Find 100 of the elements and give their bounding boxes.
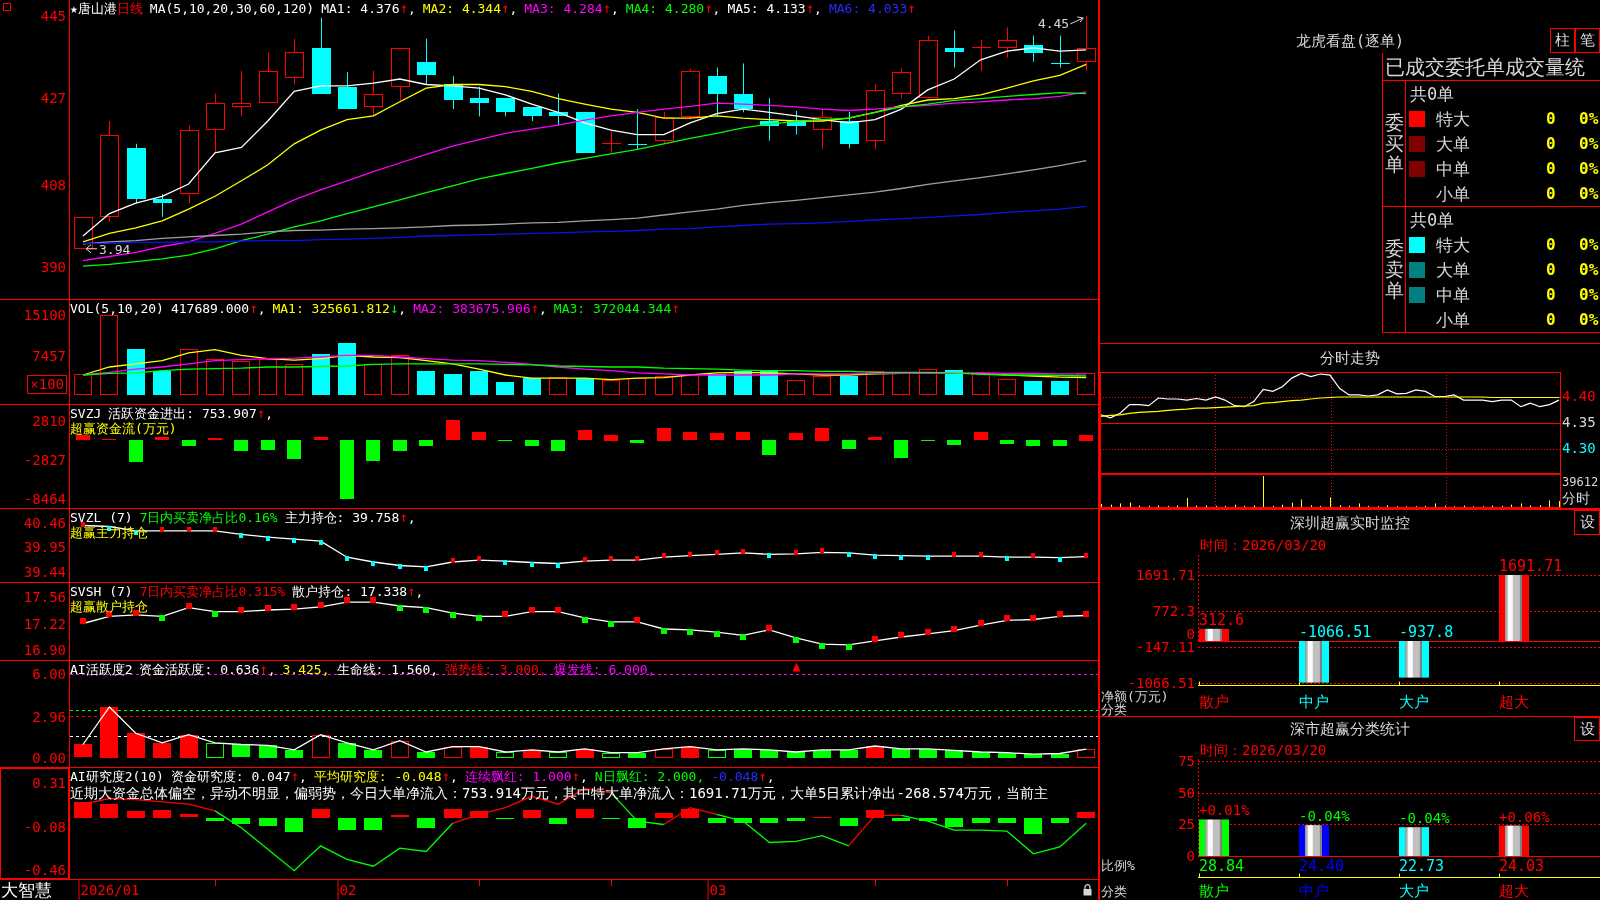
separator-text: , [509, 1, 518, 16]
value-label: 24.03 [1499, 857, 1545, 875]
order-size-label: 中单 [1436, 158, 1470, 179]
candle [338, 71, 357, 110]
candle [576, 111, 595, 153]
value-label: 22.73 [1399, 857, 1445, 875]
order-total: 共0单 [1410, 83, 1455, 104]
legend-text: 活跃资金进出: 753.907 [108, 406, 257, 421]
axis-label: 25 [1178, 818, 1195, 830]
legend-text: MA5: 4.133 [727, 1, 806, 16]
value-label: 28.84 [1199, 857, 1245, 875]
candle [945, 30, 964, 69]
category-label: 中户 [1299, 694, 1329, 711]
legend-text: SVSH (7) [70, 584, 133, 599]
change-label: -0.04% [1399, 810, 1450, 827]
axis-label: 4.35 [1562, 415, 1596, 430]
separator-text: , [407, 510, 416, 525]
legend-text: AI活跃度2 [70, 662, 133, 677]
candle [840, 111, 859, 149]
candle [1024, 35, 1043, 63]
order-count: 0 [1546, 234, 1556, 255]
section-title: 深圳超赢实时监控 [1290, 513, 1410, 532]
axis-title: 比例% [1101, 859, 1135, 872]
panel-title: 龙虎看盘(逐单) [1295, 32, 1405, 52]
legend-text: 7日内买卖净占比0.16% [139, 510, 278, 525]
axis-title: 净额(万元) [1101, 689, 1169, 703]
trend-arrow: ↑ [530, 301, 539, 316]
category-label: 超大 [1499, 694, 1529, 711]
candle [787, 110, 806, 136]
legend-text: 连续飘红: 1.000 [464, 769, 572, 784]
peak-volume-label: 39612 [1562, 475, 1599, 490]
order-percent: 0% [1579, 284, 1599, 305]
brand-label: 大智慧 [0, 880, 53, 900]
reference-label: 0 [1186, 628, 1195, 640]
separator-text: , [766, 769, 775, 784]
square-icon [3, 3, 11, 11]
separator-text: , [580, 769, 588, 784]
data-label: -1066.51 [1299, 623, 1372, 641]
legend-text: VOL(5,10,20) [70, 301, 164, 316]
settings-button[interactable]: 设 [1574, 510, 1600, 535]
category-label: 中户 [1299, 882, 1329, 900]
axis-label: 7457 [32, 348, 66, 364]
order-percent: 0% [1579, 133, 1599, 154]
candle [232, 70, 251, 117]
candle [628, 108, 647, 150]
volume-caption: 分时 [1562, 491, 1590, 506]
legend-text: AI研究度2(10) [70, 769, 164, 784]
order-size-label: 小单 [1436, 309, 1470, 330]
trend-arrow: ↑ [256, 406, 266, 421]
legend-text: MA3: 372044.344 [553, 301, 672, 316]
order-count: 0 [1546, 309, 1556, 330]
period-label: 日线 [116, 1, 143, 16]
legend-text: MA6: 4.033 [828, 1, 908, 16]
side-label: 委买单 [1384, 112, 1404, 175]
candle [523, 107, 542, 122]
axis-label: 772.3 [1152, 605, 1195, 617]
trend-arrow: ↑ [501, 1, 510, 16]
trend-arrow: ↑ [399, 1, 408, 16]
trend-arrow: ↑ [259, 662, 268, 677]
trend-arrow: ↑ [704, 1, 713, 16]
date-label: 时间：2026/03/20 [1200, 536, 1327, 554]
candle [998, 26, 1017, 59]
order-size-label: 小单 [1436, 183, 1470, 204]
order-size-label: 大单 [1436, 259, 1470, 280]
order-count: 0 [1546, 108, 1556, 129]
legend-text: MA1: 4.376 [321, 1, 400, 16]
candle [444, 75, 463, 110]
candle [813, 108, 832, 150]
separator-text: , [712, 1, 721, 16]
candle [760, 97, 779, 142]
candle [1077, 15, 1096, 72]
settings-button[interactable]: 设 [1574, 717, 1600, 741]
candle [364, 70, 383, 117]
legend-text: MA4: 4.280 [625, 1, 705, 16]
candle [127, 143, 146, 204]
legend-text: MA1: 325661.812 [272, 301, 390, 316]
legend-text: 平均研究度: -0.048 [313, 769, 442, 784]
legend-text: MA2: 4.344 [422, 1, 502, 16]
lock-icon[interactable] [1083, 884, 1092, 896]
legend-text: 3.425, [282, 662, 330, 677]
section-title: 深市超赢分类统计 [1290, 720, 1410, 738]
trend-arrow: ↑ [399, 510, 408, 525]
price-label: 3.94 [99, 241, 131, 257]
axis-label: 4.30 [1562, 441, 1596, 456]
trend-arrow: ↑ [441, 769, 450, 784]
order-total: 共0单 [1410, 209, 1455, 230]
axis-label: 408 [40, 177, 66, 193]
separator-text: , [449, 769, 458, 784]
view-toggle-button[interactable]: 柱 [1550, 28, 1575, 53]
legend-text: MA3: 4.284 [524, 1, 603, 16]
axis-title: 分类 [1101, 884, 1127, 898]
data-label: -937.8 [1399, 623, 1454, 641]
separator-text: , [299, 769, 307, 784]
view-toggle-button[interactable]: 笔 [1575, 28, 1600, 53]
arrow-icon [85, 244, 98, 254]
axis-label: 75 [1178, 755, 1195, 767]
candle [153, 193, 172, 218]
order-count: 0 [1546, 259, 1556, 280]
order-percent: 0% [1579, 309, 1599, 330]
candle [259, 52, 278, 103]
